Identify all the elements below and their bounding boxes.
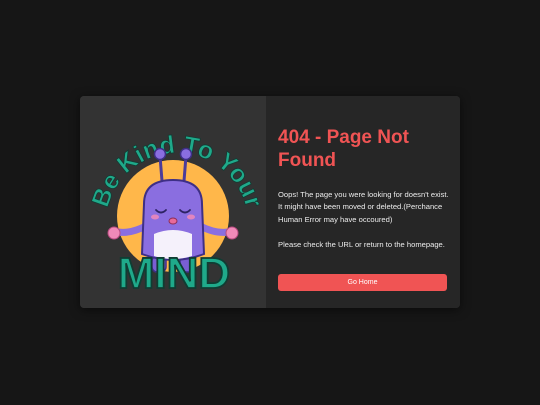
be-kind-illustration: Be Kind To Your MIND [86,130,266,299]
error-card: Be Kind To Your MIND 404 - Page Not Foun… [80,96,460,308]
message-line-1: Oops! The page you were looking for does… [278,190,449,199]
page-title: 404 - Page Not Found [278,127,409,171]
message-line-2: It might have been moved or deleted.(Per… [278,202,443,224]
illustration-panel: Be Kind To Your MIND [80,96,266,308]
error-message: Oops! The page you were looking for does… [278,189,450,251]
mind-text: MIND [118,249,230,298]
message-panel: 404 - Page Not Found Oops! The page you … [266,96,460,308]
message-line-3: Please check the URL or return to the ho… [278,239,445,249]
go-home-button[interactable]: Go Home [278,274,447,291]
